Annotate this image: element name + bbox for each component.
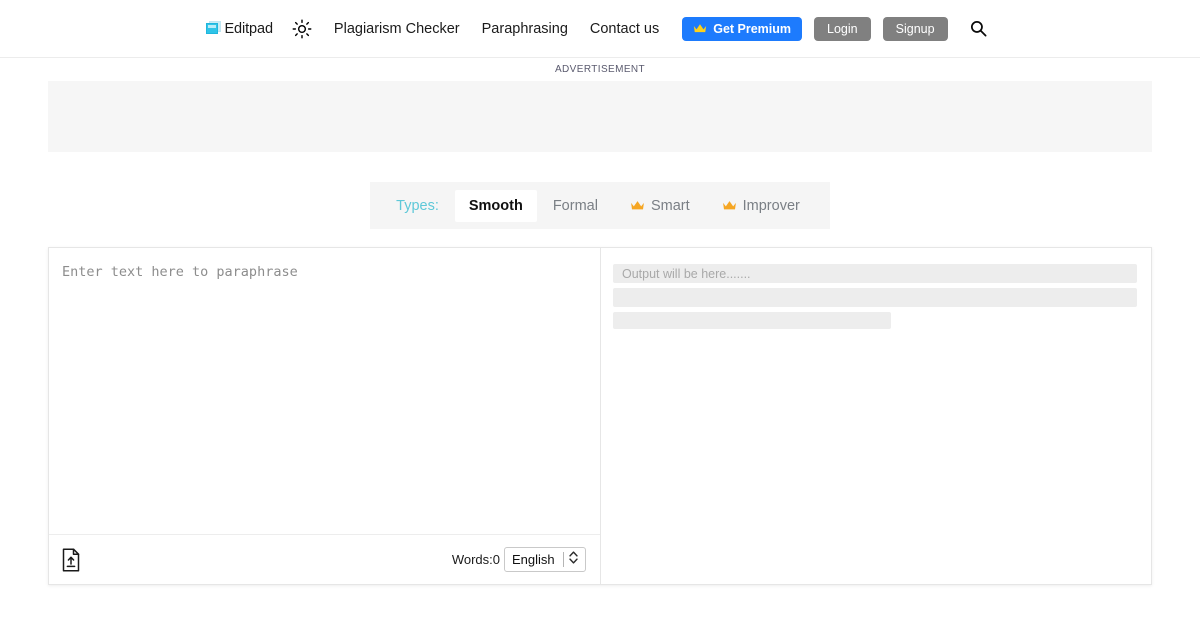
output-placeholder-line: Output will be here....... xyxy=(613,264,1137,283)
advertisement-label: ADVERTISEMENT xyxy=(0,64,1200,75)
login-button[interactable]: Login xyxy=(814,17,871,41)
paraphrase-input[interactable] xyxy=(49,248,600,534)
tab-smart[interactable]: Smart xyxy=(614,182,706,229)
get-premium-button[interactable]: Get Premium xyxy=(682,17,802,41)
crown-icon xyxy=(630,200,645,211)
get-premium-label: Get Premium xyxy=(713,22,791,36)
nav-link-contact-us[interactable]: Contact us xyxy=(579,0,670,58)
brand-name: Editpad xyxy=(224,21,272,37)
types-section: Types: Smooth Formal Smart Improver xyxy=(0,182,1200,229)
output-pane[interactable]: Output will be here....... xyxy=(601,248,1151,584)
tab-smooth-label: Smooth xyxy=(469,198,523,214)
editpad-logo-icon xyxy=(206,21,222,36)
search-icon[interactable] xyxy=(964,14,994,44)
language-selector[interactable]: English xyxy=(504,547,586,572)
types-label: Types: xyxy=(384,198,455,214)
input-toolbar: Words:0 English xyxy=(49,534,600,584)
site-header: Editpad Plagiarism Checker Paraphrasing … xyxy=(0,0,1200,58)
nav-link-paraphrasing[interactable]: Paraphrasing xyxy=(471,0,579,58)
tab-improver-label: Improver xyxy=(743,198,800,214)
file-upload-icon[interactable] xyxy=(61,547,85,573)
tab-smooth[interactable]: Smooth xyxy=(455,190,537,222)
sun-icon[interactable] xyxy=(289,16,315,42)
types-tab-bar: Types: Smooth Formal Smart Improver xyxy=(370,182,830,229)
editor-section: Words:0 English Out xyxy=(0,247,1200,585)
toolbar-right-group: Words:0 English xyxy=(452,547,586,572)
paraphrase-editor: Words:0 English Out xyxy=(48,247,1152,585)
output-skeleton-line xyxy=(613,312,891,329)
tab-formal-label: Formal xyxy=(553,198,598,214)
crown-icon xyxy=(722,200,737,211)
signup-button[interactable]: Signup xyxy=(883,17,948,41)
tab-smart-label: Smart xyxy=(651,198,690,214)
advertisement-slot xyxy=(48,81,1152,152)
word-count: Words:0 xyxy=(452,552,500,567)
brand-logo[interactable]: Editpad xyxy=(206,21,272,37)
crown-icon xyxy=(693,23,707,34)
advertisement-section: ADVERTISEMENT xyxy=(0,58,1200,152)
input-pane: Words:0 English xyxy=(49,248,601,584)
nav-link-plagiarism-checker[interactable]: Plagiarism Checker xyxy=(323,0,471,58)
tab-formal[interactable]: Formal xyxy=(537,182,614,229)
main-navigation: Editpad Plagiarism Checker Paraphrasing … xyxy=(206,0,993,57)
output-skeleton-line xyxy=(613,288,1137,307)
language-select[interactable]: English xyxy=(504,547,586,572)
tab-improver[interactable]: Improver xyxy=(706,182,816,229)
